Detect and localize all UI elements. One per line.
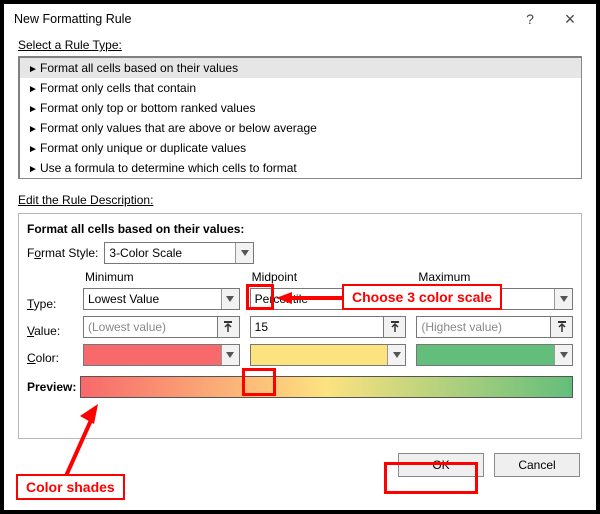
- color-row-label: Color:: [27, 351, 83, 365]
- chevron-down-icon: [554, 289, 572, 309]
- rule-type-item[interactable]: ►Format only top or bottom ranked values: [20, 98, 581, 118]
- rule-type-label: Select a Rule Type:: [18, 38, 122, 52]
- range-select-button[interactable]: [218, 316, 240, 338]
- rule-description-box: Format all cells based on their values: …: [18, 213, 582, 439]
- rule-type-item[interactable]: ►Format only cells that contain: [20, 78, 581, 98]
- help-button[interactable]: ?: [510, 5, 550, 33]
- chevron-down-icon: [221, 345, 239, 365]
- chevron-down-icon: [221, 289, 239, 309]
- rule-type-item[interactable]: ►Format only values that are above or be…: [20, 118, 581, 138]
- mid-color-picker[interactable]: [250, 344, 407, 366]
- ok-button[interactable]: OK: [398, 453, 484, 477]
- mid-type-select[interactable]: Percentile: [250, 288, 407, 310]
- chevron-down-icon: [387, 289, 405, 309]
- format-style-label: Format Style:: [27, 246, 98, 260]
- window-title: New Formatting Rule: [14, 12, 510, 26]
- min-type-select[interactable]: Lowest Value: [83, 288, 240, 310]
- rule-type-item[interactable]: ►Format only unique or duplicate values: [20, 138, 581, 158]
- edit-description-label: Edit the Rule Description:: [18, 193, 153, 207]
- type-row-label: Type:: [27, 297, 83, 311]
- rule-type-item[interactable]: ►Use a formula to determine which cells …: [20, 158, 581, 178]
- preview-label: Preview:: [27, 380, 76, 394]
- range-select-button[interactable]: [551, 316, 573, 338]
- close-button[interactable]: ×: [550, 5, 590, 33]
- min-color-picker[interactable]: [83, 344, 240, 366]
- rule-type-list[interactable]: ►Format all cells based on their values …: [18, 56, 582, 179]
- format-style-select[interactable]: 3-Color Scale: [104, 242, 254, 264]
- chevron-down-icon: [554, 345, 572, 365]
- rule-type-item[interactable]: ►Format all cells based on their values: [20, 58, 581, 78]
- title-bar: New Formatting Rule ? ×: [4, 4, 596, 34]
- max-column-head: Maximum: [416, 270, 573, 284]
- min-column-head: Minimum: [83, 270, 240, 284]
- min-value-input[interactable]: (Lowest value): [83, 316, 218, 338]
- max-value-input[interactable]: (Highest value): [416, 316, 551, 338]
- max-type-select[interactable]: Highest Value: [416, 288, 573, 310]
- cancel-button[interactable]: Cancel: [494, 453, 580, 477]
- preview-gradient: [80, 376, 573, 398]
- chevron-down-icon: [235, 243, 253, 263]
- edit-title: Format all cells based on their values:: [27, 222, 573, 236]
- value-row-label: Value:: [27, 324, 83, 338]
- range-select-button[interactable]: [384, 316, 406, 338]
- mid-column-head: Midpoint: [250, 270, 407, 284]
- chevron-down-icon: [387, 345, 405, 365]
- max-color-picker[interactable]: [416, 344, 573, 366]
- mid-value-input[interactable]: 15: [250, 316, 385, 338]
